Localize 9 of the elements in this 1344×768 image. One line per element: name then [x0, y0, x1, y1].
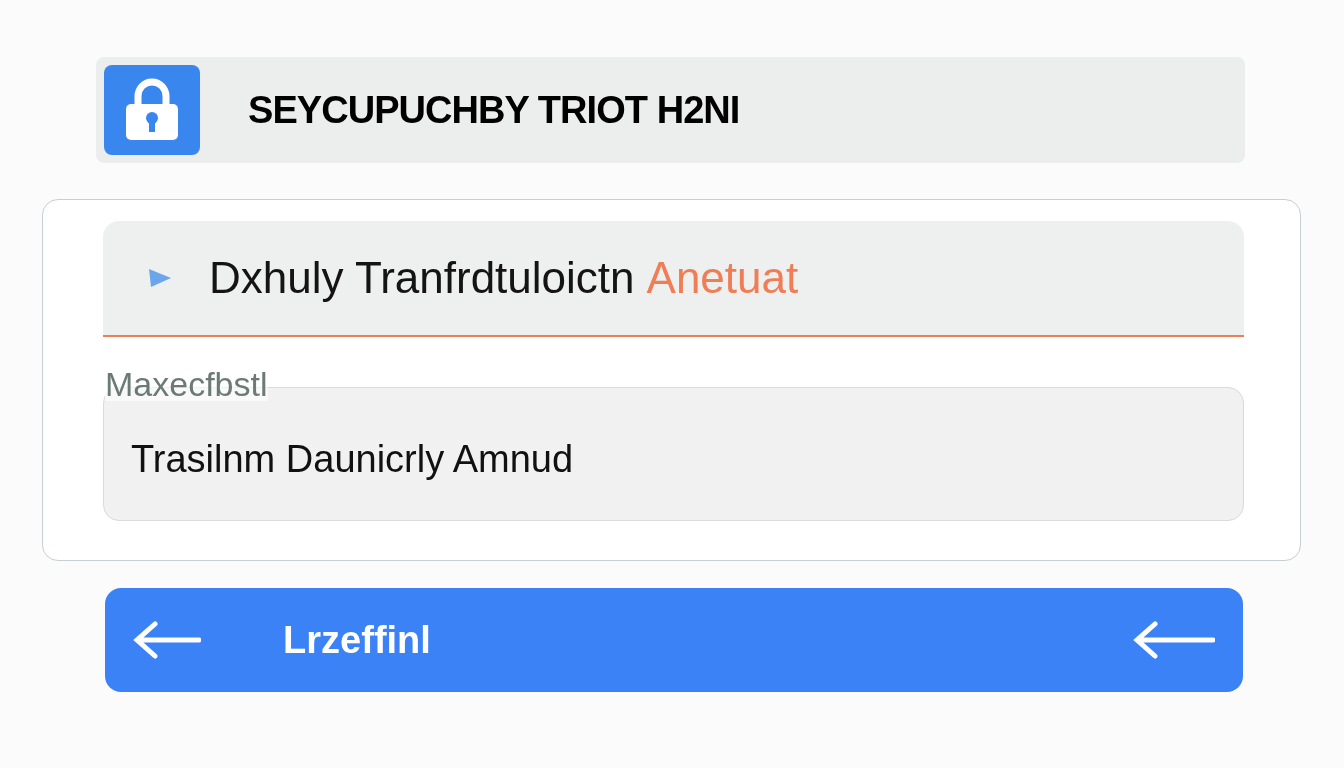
- left-arrow-icon: [1133, 620, 1215, 660]
- header-title: SEYCUPUCHBY TRIOT H2NI: [248, 87, 740, 133]
- row-title: Dxhuly Tranfrdtuloictn: [209, 252, 635, 304]
- highlight-text: Anetuat: [646, 252, 799, 304]
- triangle-icon: [147, 267, 173, 289]
- lock-icon: [104, 65, 200, 155]
- transaction-row[interactable]: Dxhuly Tranfrdtuloictn Anetuat: [103, 221, 1244, 337]
- submit-button[interactable]: Lrzeffinl: [105, 588, 1243, 692]
- left-arrow-icon: [133, 620, 201, 660]
